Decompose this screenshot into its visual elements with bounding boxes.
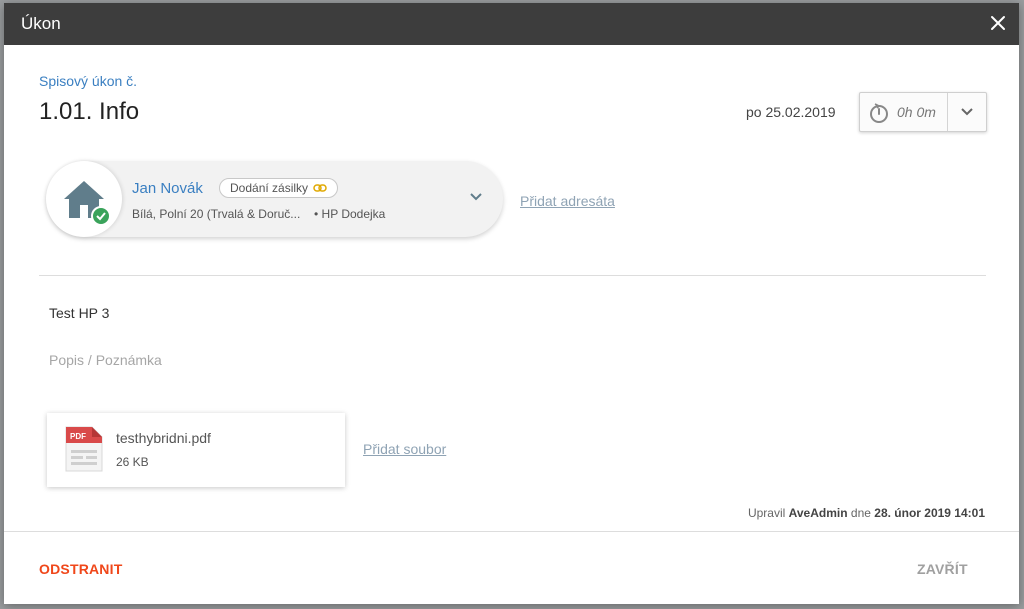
task-dialog: Úkon Spisový úkon č. 1.01. Info po 25.02…: [4, 3, 1019, 604]
attachment-size: 26 KB: [116, 455, 149, 469]
chevron-down-icon[interactable]: [469, 189, 483, 207]
add-file-link[interactable]: Přidat soubor: [363, 441, 446, 457]
close-icon[interactable]: [987, 12, 1009, 34]
attachment-card[interactable]: PDF testhybridni.pdf 26 KB: [47, 413, 345, 487]
timer-control[interactable]: 0h 0m: [859, 92, 987, 132]
modified-datetime: 28. únor 2019 14:01: [874, 506, 985, 520]
footer-divider: [4, 531, 1019, 532]
task-item-title[interactable]: Test HP 3: [49, 305, 109, 321]
timer-value: 0h 0m: [897, 104, 936, 120]
timer-dropdown-button[interactable]: [948, 93, 986, 131]
add-recipient-link[interactable]: Přidat adresáta: [520, 193, 615, 209]
task-subtitle: Spisový úkon č.: [39, 73, 138, 89]
delete-button[interactable]: ODSTRANIT: [39, 561, 122, 577]
house-check-icon: [46, 161, 122, 237]
link-icon: [313, 184, 327, 192]
delivery-badge: Dodání zásilky: [219, 178, 339, 198]
dialog-titlebar: Úkon: [4, 3, 1019, 45]
recipient-delivery-type: • HP Dodejka: [314, 207, 386, 221]
dialog-title: Úkon: [21, 14, 61, 33]
delivery-badge-label: Dodání zásilky: [230, 181, 309, 195]
pdf-type-label: PDF: [70, 432, 86, 441]
modified-info: Upravil AveAdmin dne 28. únor 2019 14:01: [748, 506, 985, 520]
chevron-down-icon: [961, 108, 973, 116]
modified-prefix: Upravil: [747, 506, 786, 520]
pdf-file-icon: PDF: [64, 425, 104, 478]
recipient-address: Bílá, Polní 20 (Trvalá & Doruč...: [132, 207, 301, 221]
timer-icon: [868, 102, 890, 129]
task-date[interactable]: po 25.02.2019: [746, 104, 836, 120]
task-heading: 1.01. Info: [39, 98, 140, 125]
close-button[interactable]: ZAVŘÍT: [917, 561, 968, 577]
recipient-card[interactable]: Jan Novák Dodání zásilky Bílá, Polní 20 …: [46, 161, 503, 237]
note-field[interactable]: Popis / Poznámka: [49, 352, 162, 368]
section-divider: [39, 275, 986, 276]
modified-middle: dne: [850, 506, 871, 520]
modified-user: AveAdmin: [788, 506, 848, 520]
attachment-filename: testhybridni.pdf: [116, 430, 211, 446]
recipient-name[interactable]: Jan Novák: [132, 180, 203, 197]
